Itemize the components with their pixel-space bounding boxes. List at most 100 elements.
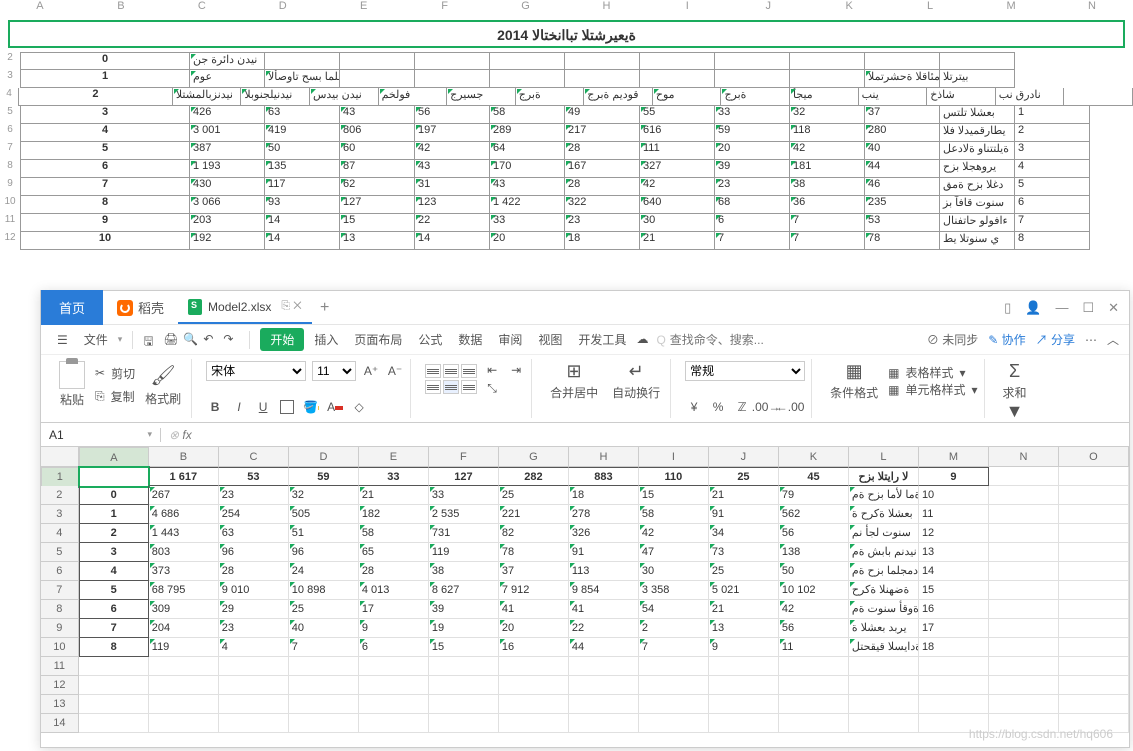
copy-icon[interactable]: ⎘ — [95, 389, 105, 404]
cell[interactable]: 25 — [289, 600, 359, 619]
cell[interactable] — [709, 695, 779, 714]
cell[interactable] — [79, 657, 149, 676]
cell[interactable] — [989, 600, 1059, 619]
cell[interactable] — [709, 676, 779, 695]
cell[interactable]: 4 — [79, 562, 149, 581]
merge-button[interactable]: ⊞合并居中 — [546, 361, 602, 401]
cell[interactable]: 25 — [499, 486, 569, 505]
cell[interactable]: 1 443 — [149, 524, 219, 543]
cell[interactable]: 45 — [779, 467, 849, 486]
cell[interactable]: 113 — [569, 562, 639, 581]
menu-file[interactable]: 文件 — [78, 329, 114, 350]
col-header[interactable]: H — [569, 447, 639, 466]
cell[interactable] — [709, 657, 779, 676]
cell[interactable]: 96 — [289, 543, 359, 562]
dec-inc[interactable]: .00→ — [757, 398, 775, 416]
cell[interactable]: 8 627 — [429, 581, 499, 600]
spreadsheet-grid[interactable]: ABCDEFGHIJKLMNO 11 617535933127282883110… — [41, 447, 1129, 747]
cell[interactable]: 505 — [289, 505, 359, 524]
app-menu-icon[interactable]: ▯ — [1004, 300, 1011, 316]
col-header[interactable]: D — [289, 447, 359, 466]
row-header[interactable]: 3 — [41, 505, 79, 524]
cell[interactable]: 9 — [359, 619, 429, 638]
cell[interactable]: 39 — [429, 600, 499, 619]
menu-view[interactable]: 视图 — [532, 329, 568, 350]
preview-icon[interactable]: 🔍 — [183, 332, 199, 348]
avatar[interactable]: 👤 — [1025, 300, 1041, 316]
cell[interactable]: 7 912 — [499, 581, 569, 600]
filter-button[interactable]: ▼筛 — [999, 401, 1031, 423]
cell[interactable]: 9 854 — [569, 581, 639, 600]
cell[interactable]: 33 — [359, 467, 429, 486]
row-header[interactable]: 9 — [41, 619, 79, 638]
cell[interactable]: يربد بعشلا ة — [849, 619, 919, 638]
col-header[interactable]: M — [919, 447, 989, 466]
cell[interactable] — [219, 695, 289, 714]
cell[interactable]: 110 — [639, 467, 709, 486]
cell[interactable]: 17 — [359, 600, 429, 619]
fill-color[interactable]: 🪣 — [302, 398, 320, 416]
cell[interactable]: 309 — [149, 600, 219, 619]
cell[interactable]: ةدايسلا قيقحتل — [849, 638, 919, 657]
cell[interactable] — [289, 676, 359, 695]
col-header[interactable]: L — [849, 447, 919, 466]
collab-button[interactable]: ✎ 协作 — [988, 331, 1025, 348]
underline-button[interactable]: U — [254, 398, 272, 416]
row-header[interactable]: 1 — [41, 467, 79, 487]
cell[interactable] — [779, 695, 849, 714]
cell[interactable]: 16 — [919, 600, 989, 619]
currency-icon[interactable]: ¥ — [685, 398, 703, 416]
col-header[interactable]: O — [1059, 447, 1129, 466]
menu-formula[interactable]: 公式 — [412, 329, 448, 350]
cell[interactable]: 58 — [359, 524, 429, 543]
row-header[interactable]: 14 — [41, 714, 79, 733]
cell[interactable]: 9 — [709, 638, 779, 657]
cell[interactable] — [359, 676, 429, 695]
cell[interactable] — [919, 695, 989, 714]
cell[interactable]: 731 — [429, 524, 499, 543]
col-header[interactable]: B — [149, 447, 219, 466]
cell[interactable]: 119 — [429, 543, 499, 562]
cell[interactable]: 44 — [569, 638, 639, 657]
cell[interactable]: 7 — [79, 619, 149, 638]
cell[interactable]: 17 — [919, 619, 989, 638]
cell[interactable] — [989, 695, 1059, 714]
cut-icon[interactable]: ✂ — [95, 366, 105, 380]
cell[interactable]: 51 — [289, 524, 359, 543]
cell[interactable] — [849, 676, 919, 695]
cell[interactable]: 59 — [289, 467, 359, 486]
cell[interactable]: 1 617 — [149, 467, 219, 486]
cell[interactable]: 19 — [429, 619, 499, 638]
cell[interactable] — [79, 676, 149, 695]
cell[interactable]: 96 — [219, 543, 289, 562]
cell[interactable] — [429, 657, 499, 676]
cell[interactable]: ةوقأ سنوت ةم — [849, 600, 919, 619]
share-button[interactable]: ↗ 分享 — [1036, 331, 1075, 348]
save-icon[interactable]: 🖫 — [143, 332, 159, 348]
cell[interactable]: 127 — [429, 467, 499, 486]
col-header[interactable]: J — [709, 447, 779, 466]
cell[interactable]: 47 — [639, 543, 709, 562]
cell[interactable]: 10 102 — [779, 581, 849, 600]
undo-icon[interactable]: ↶ — [203, 332, 219, 348]
cell[interactable] — [499, 657, 569, 676]
cell[interactable] — [779, 714, 849, 733]
cell[interactable] — [149, 657, 219, 676]
cell[interactable]: 21 — [709, 486, 779, 505]
cell[interactable]: 79 — [779, 486, 849, 505]
cell[interactable] — [1059, 505, 1129, 524]
cell[interactable]: 2 535 — [429, 505, 499, 524]
menu-data[interactable]: 数据 — [452, 329, 488, 350]
format-painter[interactable]: 🖌格式刷 — [141, 363, 185, 407]
cell[interactable]: 373 — [149, 562, 219, 581]
cell[interactable] — [989, 467, 1059, 486]
ribbon-collapse[interactable]: ︿ — [1107, 331, 1119, 348]
cell[interactable]: 11 — [779, 638, 849, 657]
cell[interactable]: 326 — [569, 524, 639, 543]
cell[interactable] — [1059, 657, 1129, 676]
cell[interactable]: 8 — [79, 638, 149, 657]
cell[interactable] — [499, 676, 569, 695]
cell[interactable]: 13 — [919, 543, 989, 562]
cell[interactable]: 21 — [709, 600, 779, 619]
cell[interactable]: 29 — [219, 600, 289, 619]
